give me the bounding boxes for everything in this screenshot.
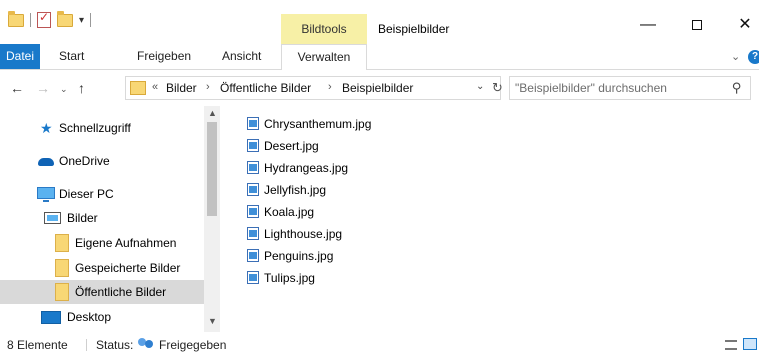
file-name: Desert.jpg [264,139,319,153]
sidebar-item-label: Schnellzugriff [59,121,131,135]
context-tab-group-label: Bildtools [301,22,347,36]
shared-users-icon [137,338,155,351]
search-icon[interactable]: ⚲ [732,80,742,96]
sidebar-item-desktop[interactable]: Desktop [0,305,204,329]
breadcrumb-separator[interactable]: › [328,81,332,93]
file-name: Lighthouse.jpg [264,227,343,241]
refresh-icon[interactable]: ↻ [492,80,503,96]
folder-icon [55,259,69,277]
tab-datei[interactable]: Datei [0,44,40,69]
sidebar-item-eigene-aufnahmen[interactable]: Eigene Aufnahmen [0,231,204,255]
desktop-icon [41,311,61,324]
large-icons-view-icon[interactable] [743,338,757,350]
folder-icon [8,10,24,27]
sidebar-item-gespeicherte-bilder[interactable]: Gespeicherte Bilder [0,256,204,280]
image-file-icon [247,227,259,240]
back-button[interactable]: ← [10,80,24,96]
maximize-icon [692,19,702,30]
sidebar-item-oeffentliche-bilder[interactable]: Öffentliche Bilder [0,280,204,304]
address-row: ← → ⌄ ↑ « Bilder › Öffentliche Bilder › … [0,70,759,106]
pictures-icon [44,212,61,224]
sidebar-item-label: Desktop [67,310,112,324]
separator [90,13,92,27]
ribbon-tabs: Datei Start Freigeben Ansicht Verwalten … [0,44,759,70]
close-button[interactable]: ✕ [725,14,759,38]
file-name: Chrysanthemum.jpg [264,117,372,131]
scroll-up-icon[interactable]: ▲ [208,108,217,118]
file-name: Hydrangeas.jpg [264,161,349,175]
sidebar-item-label: Dieser PC [59,187,114,201]
address-overflow[interactable]: « [152,81,158,93]
maximize-button[interactable] [677,14,717,38]
breadcrumb-separator[interactable]: › [206,81,210,93]
separator [86,339,87,351]
breadcrumb-bilder[interactable]: Bilder [166,81,197,95]
search-placeholder: "Beispielbilder" durchsuchen [515,81,667,95]
tab-start[interactable]: Start [59,44,84,69]
navigation-pane: ★ Schnellzugriff OneDrive Dieser PC Bild… [0,106,220,332]
status-label: Status: [96,338,134,352]
search-box[interactable]: "Beispielbilder" durchsuchen ⚲ [509,76,751,100]
image-file-icon [247,183,259,196]
help-icon[interactable]: ? [748,50,759,64]
file-name: Tulips.jpg [264,271,315,285]
address-bar[interactable]: « Bilder › Öffentliche Bilder › Beispiel… [125,76,503,100]
properties-icon[interactable] [37,10,51,28]
recent-locations-button[interactable]: ⌄ [60,84,68,95]
folder-icon [55,234,69,252]
tab-verwalten[interactable]: Verwalten [281,44,367,70]
pc-icon [37,187,55,202]
star-icon: ★ [40,120,53,136]
image-file-icon [247,205,259,218]
up-button[interactable]: ↑ [78,80,85,96]
minimize-button[interactable]: — [628,14,668,38]
onedrive-icon [38,158,54,166]
title-bar: ▾ Bildtools Beispielbilder — ✕ [0,0,759,44]
share-status: Freigegeben [159,338,227,352]
new-folder-icon[interactable] [57,10,73,27]
separator [30,13,31,27]
sidebar-item-onedrive[interactable]: OneDrive [0,149,204,173]
quick-access-toolbar: ▾ [8,10,92,28]
details-view-icon[interactable] [725,340,737,350]
status-bar: 8 Elemente Status: Freigegeben [0,332,759,356]
folder-icon [130,81,146,95]
sidebar-item-bilder[interactable]: Bilder [0,206,204,230]
scroll-down-icon[interactable]: ▼ [208,316,217,326]
file-name: Jellyfish.jpg [264,183,327,197]
sidebar-item-schnellzugriff[interactable]: ★ Schnellzugriff [0,116,204,140]
expand-ribbon-icon[interactable]: ⌄ [731,50,740,63]
forward-button[interactable]: → [36,80,50,96]
sidebar-item-label: Gespeicherte Bilder [75,261,181,275]
item-count: 8 Elemente [7,338,68,352]
breadcrumb-oeffentliche-bilder[interactable]: Öffentliche Bilder [220,81,311,95]
nav-pane-scrollbar[interactable]: ▲ ▼ [204,106,220,332]
scrollbar-thumb[interactable] [207,122,217,216]
image-file-icon [247,139,259,152]
tab-freigeben[interactable]: Freigeben [137,44,191,69]
image-file-icon [247,249,259,262]
folder-icon [55,283,69,301]
file-name: Koala.jpg [264,205,315,219]
image-file-icon [247,161,259,174]
image-file-icon [247,117,259,130]
sidebar-item-label: Bilder [67,211,98,225]
tab-ansicht[interactable]: Ansicht [222,44,261,69]
sidebar-item-label: Eigene Aufnahmen [75,236,177,250]
customize-quick-access-icon[interactable]: ▾ [79,15,84,26]
file-name: Penguins.jpg [264,249,334,263]
window-title: Beispielbilder [378,22,450,36]
breadcrumb-beispielbilder[interactable]: Beispielbilder [342,81,413,95]
image-file-icon [247,271,259,284]
sidebar-item-dieser-pc[interactable]: Dieser PC [0,182,204,206]
address-dropdown-icon[interactable]: ⌄ [476,81,484,92]
sidebar-item-label: Öffentliche Bilder [75,285,167,299]
sidebar-item-label: OneDrive [59,154,110,168]
